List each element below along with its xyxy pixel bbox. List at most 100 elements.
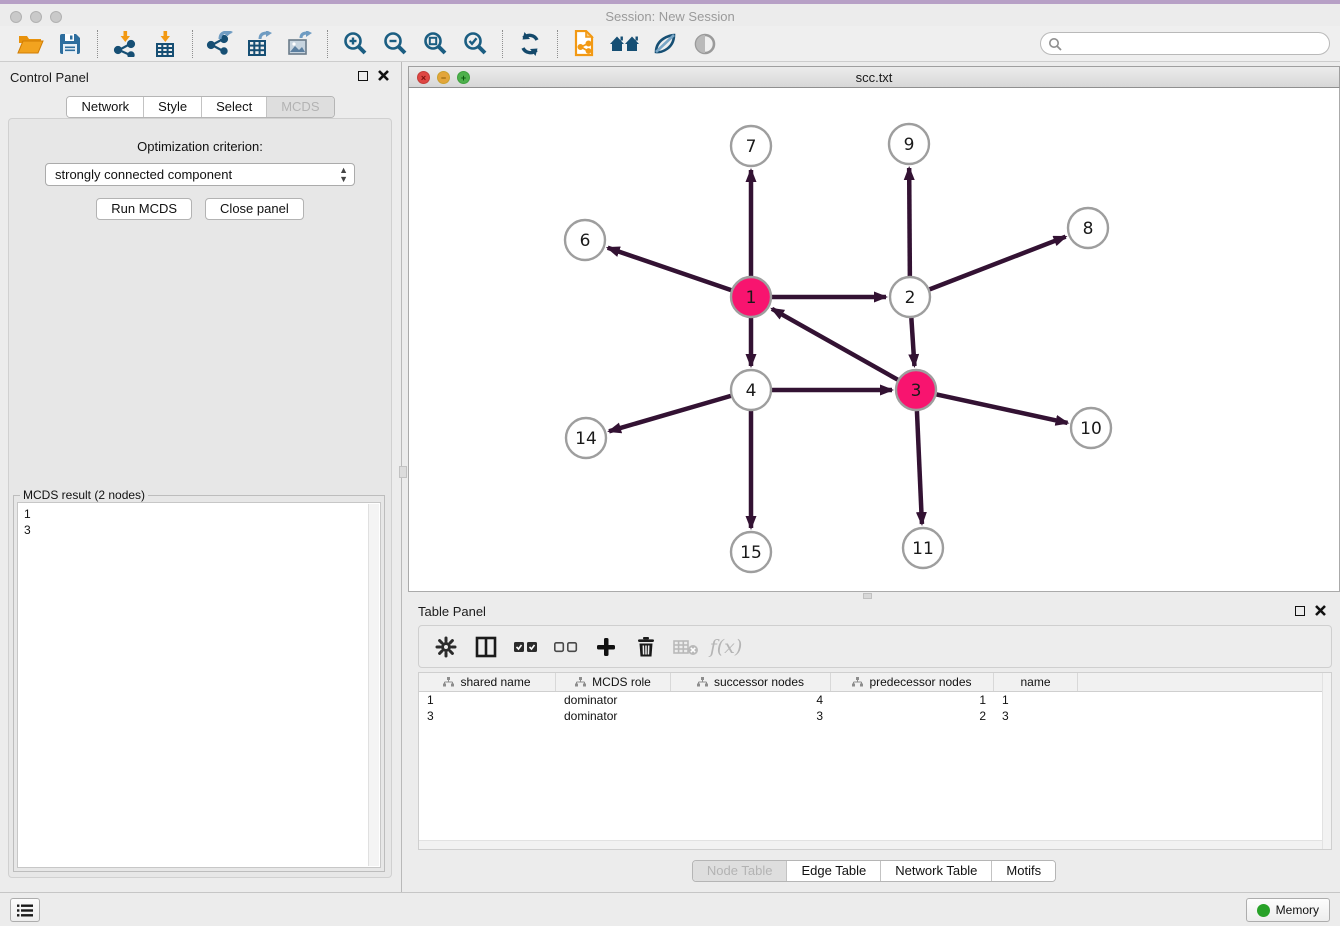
table-vertical-scrollbar[interactable] [1322,673,1331,849]
import-table-button[interactable] [145,29,185,59]
table-row: 3dominator323 [419,708,1331,724]
edge-1-6[interactable] [608,248,731,290]
edge-2-9[interactable] [909,168,910,276]
delete-row-button[interactable] [629,632,663,662]
zoom-out-button[interactable] [375,29,415,59]
zoom-in-icon [342,31,368,57]
edge-3-10[interactable] [937,394,1068,422]
export-image-button[interactable] [280,29,320,59]
zoom-fit-button[interactable] [415,29,455,59]
network-close-button[interactable]: × [417,71,430,84]
mcds-result-list[interactable]: 13 [17,502,381,868]
export-table-button[interactable] [240,29,280,59]
app-panel-toggle-button[interactable] [10,898,40,922]
table-cell[interactable]: 3 [419,708,556,724]
refresh-layout-button[interactable] [510,29,550,59]
deselect-all-button[interactable] [549,632,583,662]
network-canvas[interactable]: 1234678910111415 [408,88,1340,592]
memory-button[interactable]: Memory [1246,898,1330,922]
select-all-button[interactable] [509,632,543,662]
edge-2-3[interactable] [911,318,914,366]
table-cell[interactable]: 4 [671,692,831,708]
node-label-1: 1 [746,288,757,308]
zoom-in-button[interactable] [335,29,375,59]
zoom-out-icon [382,31,408,57]
zoom-selected-icon [462,31,488,57]
table-horizontal-scrollbar[interactable] [419,840,1322,849]
table-cell[interactable]: 1 [831,692,994,708]
node-label-2: 2 [905,288,916,308]
tab-mcds[interactable]: MCDS [266,97,333,117]
node-label-9: 9 [904,135,915,155]
mcds-panel: Optimization criterion: strongly connect… [8,118,392,878]
close-panel-button[interactable]: Close panel [205,198,304,220]
save-session-button[interactable] [50,29,90,59]
zoom-fit-icon [422,31,448,57]
mcds-result-group: MCDS result (2 nodes) 13 [13,495,385,872]
table-cell[interactable]: 1 [994,692,1078,708]
network-maximize-button[interactable]: + [457,71,470,84]
column-header-predecessor-nodes[interactable]: predecessor nodes [831,673,994,691]
horizontal-splitter-handle[interactable] [863,593,872,599]
column-header-label: successor nodes [714,675,804,689]
tab-node-table[interactable]: Node Table [693,861,787,881]
horizontal-splitter[interactable] [408,592,1340,600]
first-neighbors-button[interactable] [605,29,645,59]
result-scrollbar[interactable] [368,504,379,866]
float-panel-icon[interactable] [1295,606,1305,616]
function-builder-button[interactable]: f(x) [709,632,743,662]
network-view-title: scc.txt [409,67,1339,88]
plus-icon [596,637,616,657]
memory-status-icon [1257,904,1270,917]
edge-3-1[interactable] [772,309,898,380]
search-input[interactable] [1062,35,1329,53]
tab-motifs[interactable]: Motifs [991,861,1055,881]
birdseye-view-button[interactable] [685,29,725,59]
open-session-button[interactable] [10,29,50,59]
column-header-mcds-role[interactable]: MCDS role [556,673,671,691]
edge-2-8[interactable] [930,237,1066,290]
float-panel-icon[interactable] [358,71,368,81]
table-cell[interactable]: 2 [831,708,994,724]
close-panel-icon[interactable] [1315,605,1326,616]
graphics-details-button[interactable] [645,29,685,59]
column-header-shared-name[interactable]: shared name [419,673,556,691]
tab-network[interactable]: Network [67,97,143,117]
vertical-splitter-handle[interactable] [399,466,407,478]
search-icon [1048,37,1062,51]
column-header-successor-nodes[interactable]: successor nodes [671,673,831,691]
node-label-3: 3 [911,381,922,401]
table-panel: Table Panel [408,600,1340,890]
network-minimize-button[interactable]: − [437,71,450,84]
table-cell[interactable]: 3 [994,708,1078,724]
criterion-dropdown[interactable]: strongly connected component ▲▼ [45,163,355,186]
table-cell[interactable]: 3 [671,708,831,724]
edge-4-14[interactable] [609,396,731,431]
table-cell[interactable]: dominator [556,692,671,708]
import-network-button[interactable] [105,29,145,59]
export-network-button[interactable] [200,29,240,59]
search-field[interactable] [1040,32,1330,55]
export-arrowhead-icon [266,31,272,37]
import-arrow-icon [121,31,130,42]
run-mcds-button[interactable]: Run MCDS [96,198,192,220]
table-panel-tabs: Node TableEdge TableNetwork TableMotifs [692,860,1056,882]
import-arrow-icon [161,31,170,42]
delete-table-button[interactable] [669,632,703,662]
criterion-dropdown-value: strongly connected component [55,167,232,182]
add-row-button[interactable] [589,632,623,662]
table-cell[interactable]: dominator [556,708,671,724]
table-options-button[interactable] [429,632,463,662]
tab-select[interactable]: Select [201,97,266,117]
zoom-selected-button[interactable] [455,29,495,59]
clone-network-button[interactable] [565,29,605,59]
close-panel-icon[interactable] [378,70,389,81]
tab-network-table[interactable]: Network Table [880,861,991,881]
tab-style[interactable]: Style [143,97,201,117]
network-glyph-icon [115,41,134,57]
table-cell[interactable]: 1 [419,692,556,708]
column-header-name[interactable]: name [994,673,1078,691]
edge-3-11[interactable] [917,411,922,524]
show-column-panel-button[interactable] [469,632,503,662]
tab-edge-table[interactable]: Edge Table [786,861,880,881]
